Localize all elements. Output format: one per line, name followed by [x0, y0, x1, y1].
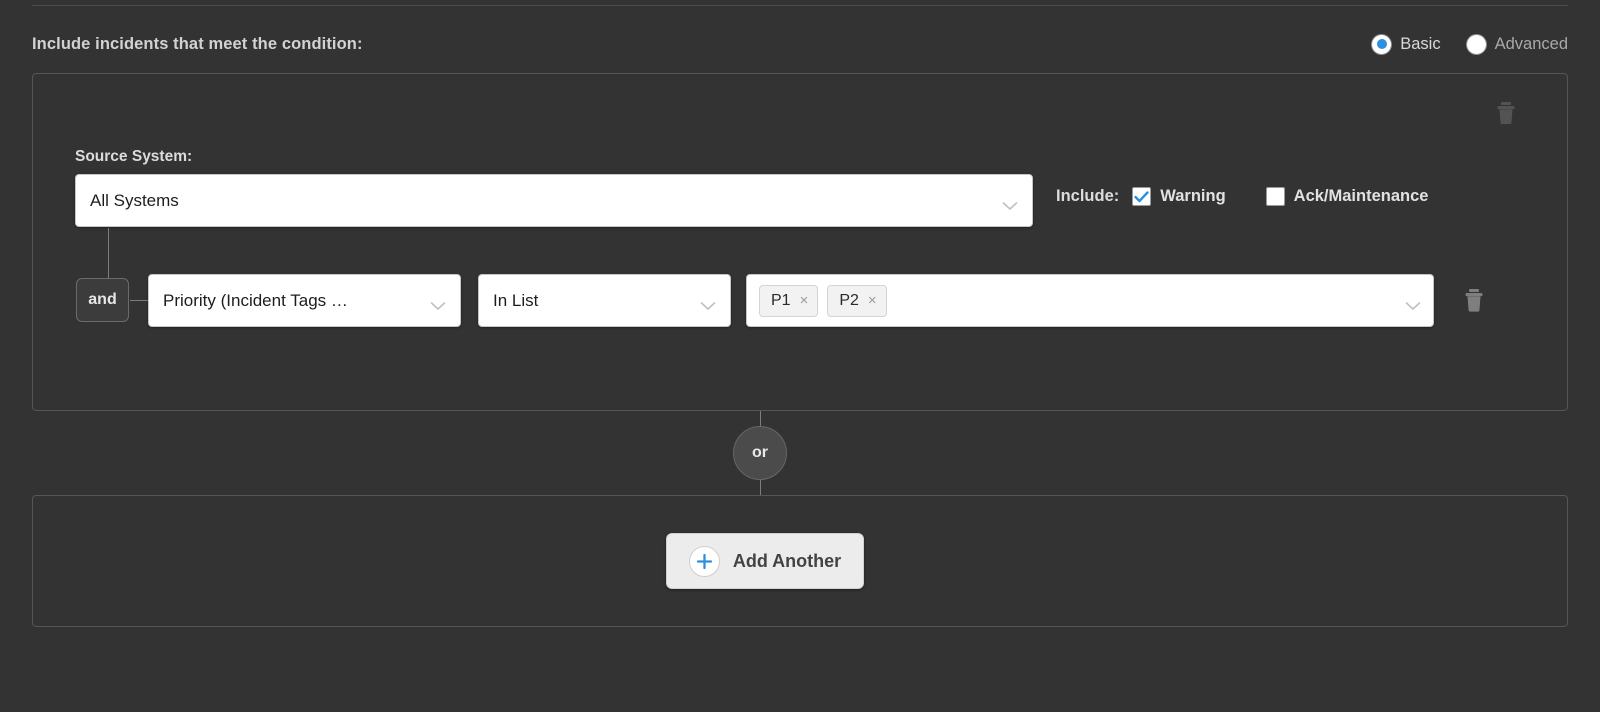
condition-group-2: Add Another: [32, 495, 1568, 627]
include-option-ack-maintenance[interactable]: Ack/Maintenance: [1265, 187, 1429, 206]
radio-basic-icon[interactable]: [1372, 34, 1392, 54]
tag-item[interactable]: P2 ×: [827, 284, 887, 317]
include-option-warning[interactable]: Warning: [1132, 187, 1226, 206]
condition-operator-select[interactable]: In List: [478, 274, 731, 327]
tag-remove-icon[interactable]: ×: [868, 293, 877, 308]
tag-list: P1 × P2 ×: [759, 284, 1397, 317]
condition-group-1: Source System: All Systems Include: Warn…: [32, 73, 1568, 411]
mode-radio-group: Basic Advanced: [1372, 34, 1568, 54]
tag-label: P1: [771, 291, 791, 309]
condition-field-value: Priority (Incident Tags …: [163, 290, 348, 310]
source-system-select[interactable]: All Systems: [75, 174, 1033, 227]
chevron-down-icon: [1405, 296, 1421, 310]
tag-remove-icon[interactable]: ×: [800, 293, 809, 308]
condition-value-multiselect[interactable]: P1 × P2 ×: [746, 274, 1434, 327]
tag-label: P2: [839, 291, 859, 309]
source-system-value: All Systems: [90, 190, 179, 210]
page-title: Include incidents that meet the conditio…: [32, 34, 363, 53]
include-options: Include: Warning Ack/Maintenance: [1056, 187, 1428, 206]
mode-label-advanced: Advanced: [1494, 34, 1568, 53]
condition-row: and Priority (Incident Tags … In List P1…: [33, 228, 1567, 330]
checkbox-warning-icon[interactable]: [1132, 187, 1152, 206]
delete-group-button[interactable]: [1495, 101, 1517, 125]
or-connector-badge[interactable]: or: [733, 426, 787, 480]
trash-icon: [1497, 102, 1515, 125]
add-another-button[interactable]: Add Another: [666, 533, 864, 589]
condition-header: Include incidents that meet the conditio…: [32, 26, 1568, 62]
condition-field-select[interactable]: Priority (Incident Tags …: [148, 274, 461, 327]
mode-label-basic: Basic: [1400, 34, 1441, 53]
chevron-down-icon: [700, 296, 716, 310]
condition-operator-value: In List: [493, 290, 539, 310]
source-system-label: Source System:: [75, 148, 193, 165]
mode-option-advanced[interactable]: Advanced: [1466, 34, 1568, 54]
check-icon: [1134, 190, 1149, 202]
and-connector-button[interactable]: and: [76, 278, 129, 322]
plus-icon: [688, 545, 720, 577]
include-label-ack-maintenance: Ack/Maintenance: [1293, 187, 1429, 205]
radio-advanced-icon[interactable]: [1466, 34, 1486, 54]
mode-option-basic[interactable]: Basic: [1372, 34, 1441, 54]
tag-item[interactable]: P1 ×: [759, 284, 819, 317]
delete-condition-row-button[interactable]: [1463, 288, 1485, 313]
include-label: Include:: [1056, 187, 1120, 205]
or-connector: or: [733, 411, 787, 495]
include-label-warning: Warning: [1160, 187, 1226, 205]
trash-icon: [1465, 289, 1483, 312]
chevron-down-icon: [1002, 196, 1018, 210]
add-another-label: Add Another: [732, 550, 842, 571]
checkbox-ack-maintenance-icon[interactable]: [1265, 187, 1285, 206]
top-divider: [32, 5, 1568, 6]
chevron-down-icon: [430, 296, 446, 310]
condition-builder-page: Include incidents that meet the conditio…: [0, 0, 1600, 712]
